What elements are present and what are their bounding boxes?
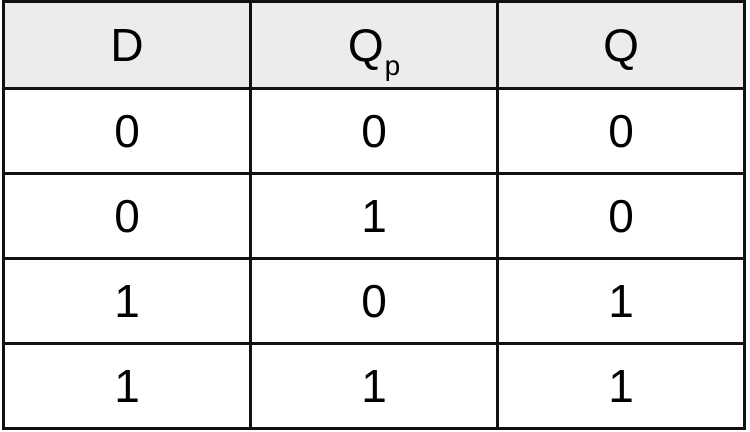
table-cell: 1 [496, 257, 746, 345]
header-cell-q: Q [496, 0, 746, 90]
table-cell: 1 [249, 342, 499, 430]
table-cell: 1 [2, 257, 252, 345]
header-label-q-output: Q [603, 19, 639, 71]
table-cell: 0 [249, 87, 499, 175]
table-header: D Qp Q [2, 0, 746, 90]
truth-table: D Qp Q 0 0 0 0 1 0 1 0 1 1 1 1 [2, 0, 746, 430]
table-row: 1 0 1 [2, 257, 746, 345]
table-cell: 0 [249, 257, 499, 345]
header-cell-d: D [2, 0, 252, 90]
header-row: D Qp Q [2, 0, 746, 90]
header-cell-qp: Qp [249, 0, 499, 90]
table-cell: 0 [496, 172, 746, 260]
table-cell: 0 [2, 172, 252, 260]
table-cell: 1 [2, 342, 252, 430]
table-body: 0 0 0 0 1 0 1 0 1 1 1 1 [2, 87, 746, 430]
table-row: 1 1 1 [2, 342, 746, 430]
header-label-q: Q [347, 19, 384, 71]
table-cell: 1 [249, 172, 499, 260]
table-cell: 0 [2, 87, 252, 175]
table-row: 0 1 0 [2, 172, 746, 260]
table-cell: 0 [496, 87, 746, 175]
table-row: 0 0 0 [2, 87, 746, 175]
header-label-d: D [110, 19, 144, 71]
header-subscript-p: p [384, 50, 401, 81]
table-cell: 1 [496, 342, 746, 430]
